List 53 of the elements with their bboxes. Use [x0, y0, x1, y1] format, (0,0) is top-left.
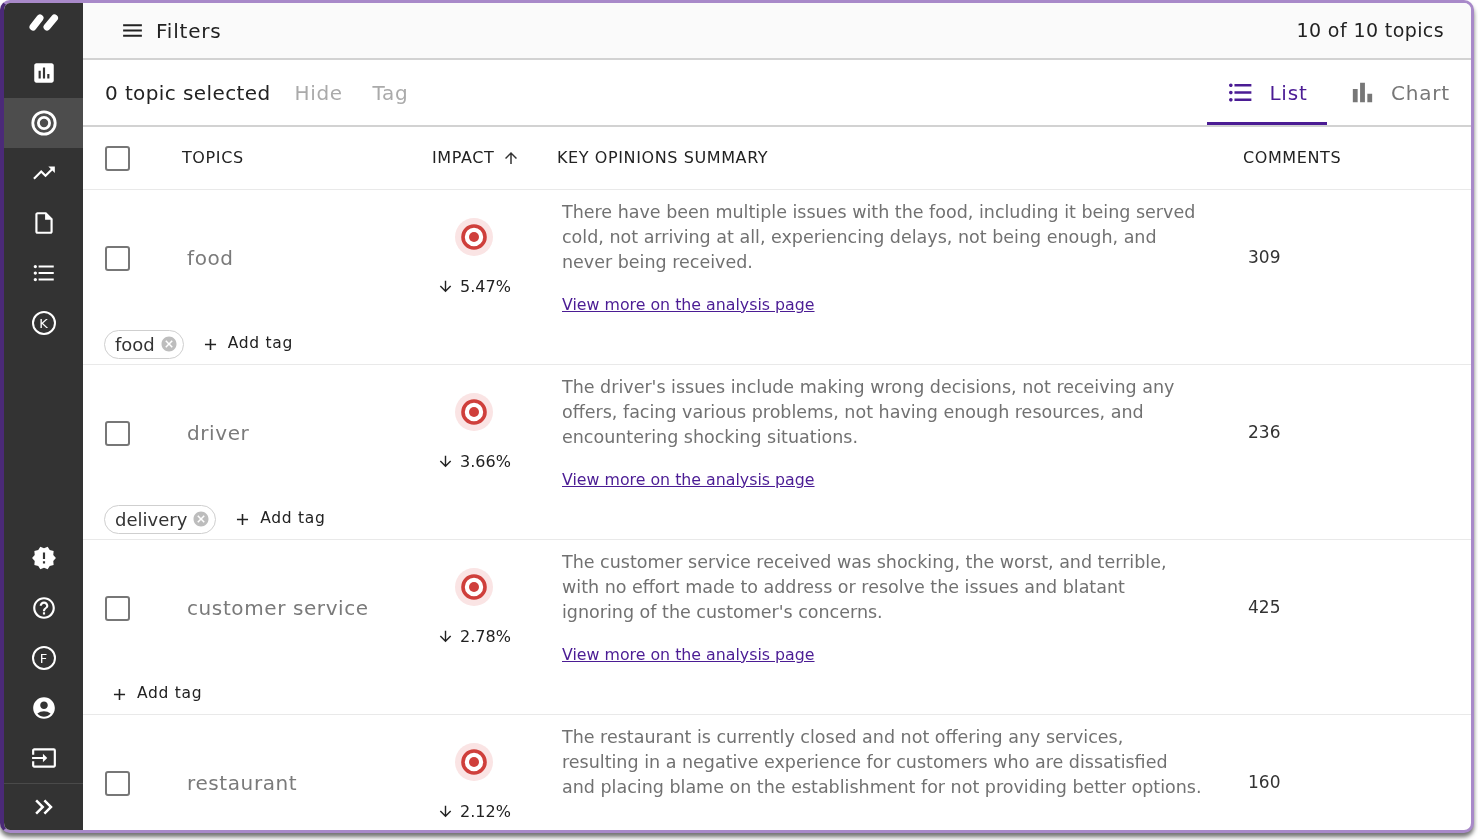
- topic-name: customer service: [187, 595, 369, 622]
- row-checkbox[interactable]: [105, 770, 130, 796]
- comment-count: 309: [1248, 246, 1281, 270]
- summary-text: There have been multiple issues with the food, including it being served cold, not arriving at all, experiencing delays, not being enough, and never being received.: [562, 201, 1197, 274]
- sign-in-icon: [30, 745, 57, 771]
- letter-badge: K: [31, 311, 56, 335]
- impact-value: 3.66%: [460, 450, 511, 473]
- impact-value: 5.47%: [460, 275, 511, 298]
- target-icon: [455, 392, 493, 431]
- add-tag-button[interactable]: Add tag: [104, 680, 209, 708]
- add-tag-button[interactable]: Add tag: [227, 505, 332, 533]
- help-icon: [30, 595, 57, 621]
- letter-badge: F: [31, 646, 56, 670]
- topic-name: restaurant: [187, 770, 298, 797]
- selection-count: 0 topic selected: [105, 79, 271, 107]
- summary-text: The restaurant is currently closed and not offering any services, resulting in a negative experience for customers who are dissatisfied and placing blame on the establishment for not providing better options.: [562, 726, 1202, 799]
- tag-label: delivery: [115, 507, 188, 532]
- target-icon: [455, 567, 493, 606]
- logo-icon: [28, 14, 59, 31]
- account-icon: [30, 695, 57, 721]
- comment-count: 160: [1248, 771, 1281, 795]
- topic-name: driver: [187, 420, 250, 447]
- column-header[interactable]: IMPACT: [432, 146, 521, 170]
- summary-text: The driver's issues include making wrong decisions, not receiving any offers, facing various problems, not having enough resources, and encountering shocking situations.: [562, 376, 1176, 449]
- analysis-link[interactable]: View more on the analysis page: [562, 468, 815, 492]
- summary-text: The customer service received was shocking, the worst, and terrible, with no effort made to address or resolve the issues and blatant ignoring of the customer's concerns.: [562, 551, 1168, 624]
- comment-count: 236: [1248, 421, 1281, 445]
- row-checkbox[interactable]: [105, 595, 130, 621]
- view-tab[interactable]: Chart: [1339, 60, 1459, 125]
- alert-badge-icon: [30, 545, 57, 571]
- add-tag-button[interactable]: Add tag: [194, 330, 300, 358]
- target-icon: [455, 217, 493, 256]
- filters-button[interactable]: Filters: [120, 15, 222, 46]
- analysis-link[interactable]: View more on the analysis page: [562, 643, 815, 667]
- analysis-link[interactable]: View more on the analysis page: [562, 293, 815, 317]
- topic-name: food: [187, 245, 234, 272]
- select-all-checkbox[interactable]: [105, 145, 130, 171]
- sidebar-button[interactable]: F: [4, 633, 83, 683]
- row-checkbox[interactable]: [105, 420, 130, 446]
- row-checkbox[interactable]: [105, 245, 130, 271]
- topic-count: 10 of 10 topics: [1296, 18, 1444, 44]
- target-icon: [455, 742, 493, 781]
- impact-value: 2.12%: [460, 800, 511, 823]
- tag-label: food: [115, 332, 155, 357]
- impact-value: 2.78%: [460, 625, 511, 648]
- sidebar-button[interactable]: [4, 98, 83, 148]
- sidebar-button[interactable]: K: [4, 298, 83, 348]
- column-header[interactable]: COMMENTS: [1243, 146, 1342, 170]
- comment-count: 425: [1248, 596, 1281, 620]
- target-icon: [30, 110, 57, 136]
- column-header[interactable]: TOPICS: [182, 146, 244, 170]
- view-tab[interactable]: List: [1207, 60, 1327, 125]
- column-header[interactable]: KEY OPINIONS SUMMARY: [557, 146, 769, 170]
